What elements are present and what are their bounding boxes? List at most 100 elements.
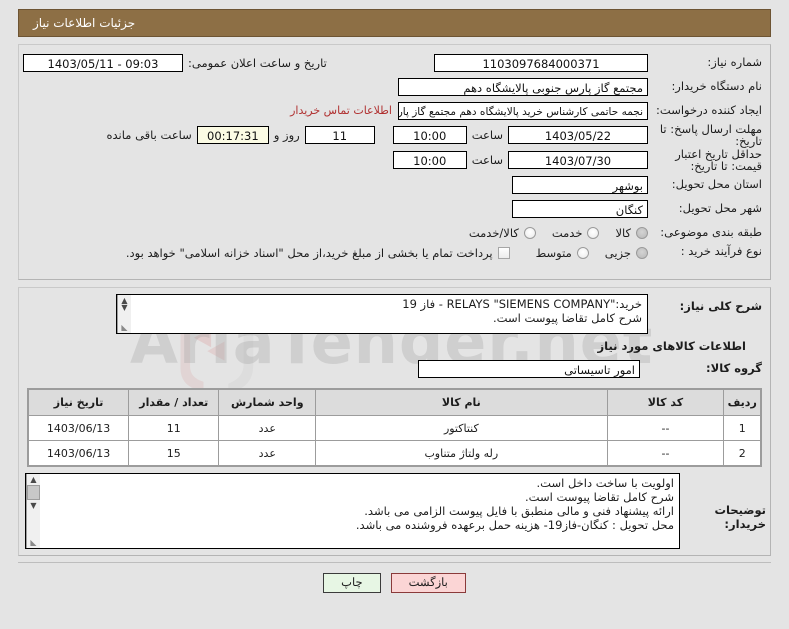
radio-subject-service[interactable]: خدمت [552, 226, 600, 240]
radio-subject-goods[interactable]: کالا [615, 226, 648, 240]
goods-table: ردیف کد کالا نام کالا واحد شمارش تعداد /… [27, 389, 761, 466]
th-date: تاریخ نیاز [27, 389, 130, 416]
general-description-line-1: خرید:"RELAYS "SIEMENS COMPANY - فاز 19 [402, 297, 642, 311]
row-general-description: شرح کلی نیاز: خرید:"RELAYS "SIEMENS COMP… [23, 294, 766, 334]
buyer-contact-link[interactable]: اطلاعات تماس خریدار [284, 104, 398, 117]
notes-resize-grip-icon[interactable]: ◣ [27, 537, 40, 548]
scroll-down-arrow-icon[interactable]: ▼ [118, 302, 131, 313]
purchase-process-radio-group[interactable]: جزیی متوسط پرداخت تمام یا بخشی از مبلغ خ… [110, 245, 648, 260]
delivery-city-label: شهر محل تحویل: [678, 201, 762, 215]
request-creator-value: نجمه حاتمی کارشناس خرید پالایشگاه دهم مج… [398, 101, 648, 120]
footer-actions: بازگشت چاپ [0, 573, 789, 593]
subject-category-radio-group[interactable]: کالا خدمت کالا/خدمت [453, 226, 648, 240]
treasury-bond-checkbox-item[interactable]: پرداخت تمام یا بخشی از مبلغ خرید،از محل … [126, 246, 510, 260]
price-validity-time-label: ساعت [471, 153, 503, 167]
response-deadline-date: 1403/05/22 [508, 126, 648, 144]
need-number-value: 1103097684000371 [434, 53, 648, 72]
response-deadline-time-label: ساعت [471, 128, 503, 142]
announce-datetime-label: تاریخ و ساعت اعلان عمومی: [188, 55, 327, 70]
treasury-bond-checkbox-icon[interactable] [497, 247, 510, 259]
buyer-notes-line-2: شرح کامل تقاضا پیوست است. [525, 490, 674, 504]
row-request-creator: ایجاد کننده درخواست: نجمه حاتمی کارشناس … [23, 99, 766, 122]
radio-subject-service-label: خدمت [551, 225, 583, 240]
row-buyer-org: نام دستگاه خریدار: مجتمع گاز پارس جنوبی … [23, 75, 766, 98]
notes-scroll-up-arrow-icon[interactable]: ▲ [27, 474, 40, 485]
th-code: کد کالا [606, 389, 725, 416]
page-title: جزئیات اطلاعات نیاز [33, 16, 136, 30]
response-deadline-label: مهلت ارسال پاسخ: تا تاریخ: [659, 122, 762, 148]
back-button[interactable]: بازگشت [390, 573, 466, 593]
buyer-notes-line-3: ارائه پیشنهاد فنی و مالی منطبق با فایل پ… [364, 504, 674, 518]
buyer-notes-scrollbar[interactable]: ▲ ▼ ◣ [26, 474, 40, 548]
radio-subject-goods-service-label: کالا/خدمت [468, 225, 519, 240]
radio-process-medium-label: متوسط [535, 246, 572, 260]
cell-unit: عدد [218, 415, 317, 441]
goods-group-label: گروه کالا: [706, 361, 762, 375]
buyer-notes-textarea[interactable]: اولویت با ساخت داخل است. شرح کامل تقاضا … [25, 473, 680, 549]
goods-section-title: اطلاعات کالاهای مورد نیاز [597, 339, 746, 353]
cell-date: 1403/06/13 [27, 440, 130, 466]
notes-scroll-thumb[interactable] [27, 485, 40, 500]
row-response-deadline: مهلت ارسال پاسخ: تا تاریخ: 1403/05/22 سا… [23, 123, 766, 147]
need-details-panel: شماره نیاز: 1103097684000371 تاریخ و ساع… [18, 44, 771, 280]
th-qty: تعداد / مقدار [128, 389, 220, 416]
cell-qty: 11 [128, 415, 220, 441]
radio-process-minor[interactable]: جزیی [605, 246, 648, 260]
cell-date: 1403/06/13 [27, 415, 130, 441]
goods-table-wrapper: ردیف کد کالا نام کالا واحد شمارش تعداد /… [27, 388, 762, 467]
row-goods-group: گروه کالا: امور تاسیساتی [23, 357, 766, 380]
buyer-notes-line-4: محل تحویل : کنگان-فاز19- هزینه حمل برعهد… [355, 518, 674, 532]
price-validity-time: 10:00 [392, 151, 467, 169]
request-creator-label: ایجاد کننده درخواست: [656, 103, 762, 117]
cell-radif: 2 [723, 440, 761, 466]
remaining-days-label: روز و [273, 128, 300, 142]
delivery-city-value: کنگان [512, 199, 648, 218]
need-number-label: شماره نیاز: [707, 55, 762, 69]
radio-process-medium-icon[interactable] [576, 247, 589, 259]
radio-subject-goods-label: کالا [615, 225, 631, 240]
goods-table-header-row: ردیف کد کالا نام کالا واحد شمارش تعداد /… [27, 389, 761, 416]
row-subject-category: طبقه بندی موضوعی: کالا خدمت کالا/خدمت [23, 221, 766, 244]
th-unit: واحد شمارش [218, 389, 317, 416]
general-description-scrollbar[interactable]: ▲ ▼ ◣ [117, 295, 131, 333]
radio-process-minor-icon[interactable] [636, 247, 648, 259]
radio-subject-goods-service-icon[interactable] [523, 226, 536, 239]
buyer-notes-line-1: اولویت با ساخت داخل است. [536, 476, 674, 490]
print-button[interactable]: چاپ [323, 573, 381, 593]
subject-category-label: طبقه بندی موضوعی: [660, 225, 762, 239]
notes-scroll-down-arrow-icon[interactable]: ▼ [27, 500, 40, 511]
resize-grip-icon[interactable]: ◣ [118, 322, 131, 333]
window-title-bar: جزئیات اطلاعات نیاز [18, 9, 771, 37]
general-description-textarea[interactable]: خرید:"RELAYS "SIEMENS COMPANY - فاز 19 ش… [116, 294, 648, 334]
treasury-bond-checkbox-label: پرداخت تمام یا بخشی از مبلغ خرید،از محل … [125, 246, 493, 260]
cell-qty: 15 [128, 440, 220, 466]
response-deadline-time: 10:00 [392, 126, 467, 144]
buyer-notes-label: توضیحات خریدار: [714, 503, 767, 531]
delivery-province-label: استان محل تحویل: [671, 177, 762, 191]
cell-code: -- [606, 415, 725, 441]
table-row: 1 -- کنتاکتور عدد 11 1403/06/13 [27, 415, 761, 441]
delivery-province-value: بوشهر [512, 175, 648, 194]
radio-process-minor-label: جزیی [604, 246, 631, 260]
goods-group-value: امور تاسیساتی [418, 359, 640, 378]
general-description-text: خرید:"RELAYS "SIEMENS COMPANY - فاز 19 ش… [131, 295, 647, 333]
cell-unit: عدد [218, 440, 317, 466]
remaining-hours-label: ساعت باقی مانده [106, 128, 192, 142]
row-delivery-province: استان محل تحویل: بوشهر [23, 173, 766, 196]
radio-subject-goods-service[interactable]: کالا/خدمت [469, 226, 536, 240]
radio-process-medium[interactable]: متوسط [536, 246, 589, 260]
purchase-process-label: نوع فرآیند خرید : [680, 244, 762, 258]
th-radif: ردیف [723, 389, 761, 416]
page-root: جزئیات اطلاعات نیاز شماره نیاز: 11030976… [0, 9, 789, 629]
general-description-label: شرح کلی نیاز: [679, 299, 762, 313]
price-validity-date: 1403/07/30 [508, 151, 648, 169]
row-need-number: شماره نیاز: 1103097684000371 تاریخ و ساع… [23, 51, 766, 74]
radio-subject-service-icon[interactable] [587, 226, 600, 239]
row-buyer-notes: توضیحات خریدار: اولویت با ساخت داخل است.… [23, 473, 766, 549]
cell-code: -- [606, 440, 725, 466]
general-description-panel: شرح کلی نیاز: خرید:"RELAYS "SIEMENS COMP… [18, 287, 771, 556]
row-price-validity: حداقل تاریخ اعتبار قیمت: تا تاریخ: 1403/… [23, 148, 766, 172]
radio-subject-goods-icon[interactable] [636, 226, 648, 239]
cell-name: رله ولتاژ متناوب [315, 440, 608, 466]
buyer-org-label: نام دستگاه خریدار: [671, 79, 762, 93]
